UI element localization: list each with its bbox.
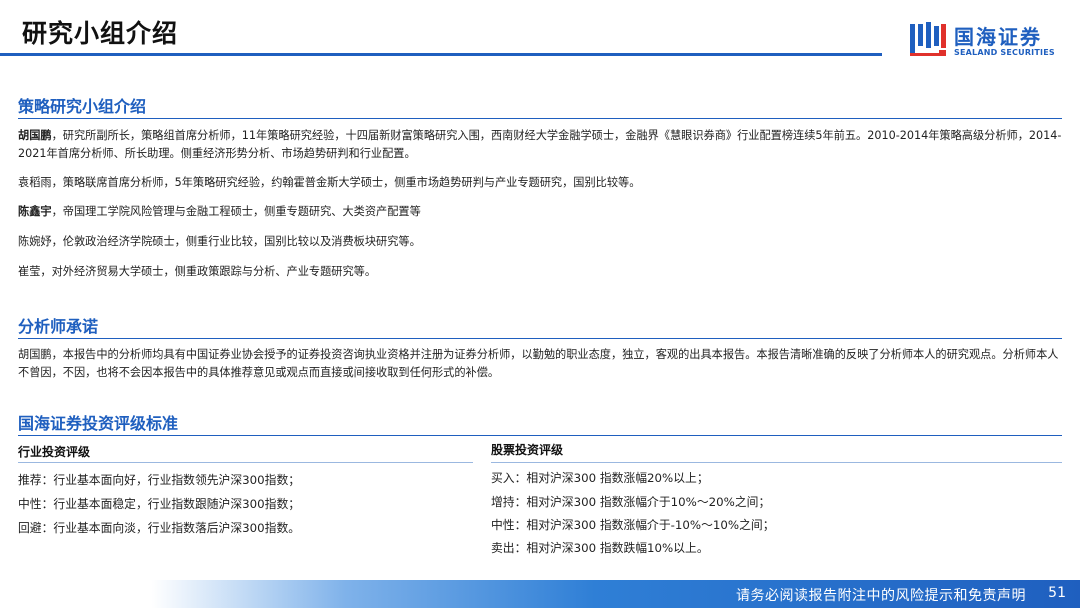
- page-title: 研究小组介绍: [22, 19, 179, 48]
- team-heading-rule: [18, 118, 1062, 119]
- member-text: 陈婉妤，伦敦政治经济学院硕士，侧重行业比较，国别比较以及消费板块研究等。: [18, 235, 421, 248]
- member-bio: 胡国鹏，研究所副所长，策略组首席分析师，11年策略研究经验，十四届新财富策略研究…: [18, 127, 1066, 163]
- member-bio: 崔莹，对外经济贸易大学硕士，侧重政策跟踪与分析、产业专题研究等。: [18, 263, 1066, 281]
- member-text: 崔莹，对外经济贸易大学硕士，侧重政策跟踪与分析、产业专题研究等。: [18, 265, 377, 278]
- member-bio: 陈婉妤，伦敦政治经济学院硕士，侧重行业比较，国别比较以及消费板块研究等。: [18, 233, 1066, 251]
- sealand-logo: 国海证券 SEALAND SECURITIES: [908, 20, 1068, 62]
- member-text: ，帝国理工学院风险管理与金融工程硕士，侧重专题研究、大类资产配置等: [51, 205, 421, 218]
- stock-rating-item: 中性：相对沪深300 指数涨幅介于-10%～10%之间；: [491, 518, 775, 532]
- member-text: 袁稻雨，策略联席首席分析师，5年策略研究经验，约翰霍普金斯大学硕士，侧重市场趋势…: [18, 176, 641, 189]
- commitment-heading-rule: [18, 338, 1062, 339]
- logo-text-cn: 国海证券: [954, 25, 1042, 49]
- member-bio: 陈鑫宇，帝国理工学院风险管理与金融工程硕士，侧重专题研究、大类资产配置等: [18, 203, 1066, 221]
- ratings-heading-rule: [18, 435, 1062, 436]
- industry-rating-item: 回避：行业基本面向淡，行业指数落后沪深300指数。: [18, 521, 301, 535]
- footer-bar: 请务必阅读报告附注中的风险提示和免责声明 51: [0, 580, 1080, 608]
- stock-rating-item: 卖出：相对沪深300 指数跌幅10%以上。: [491, 541, 709, 555]
- page-number: 51: [1048, 585, 1066, 601]
- stock-rating-item: 买入：相对沪深300 指数涨幅20%以上；: [491, 471, 709, 485]
- team-heading: 策略研究小组介绍: [18, 97, 147, 116]
- commitment-heading: 分析师承诺: [18, 317, 99, 336]
- commitment-text: 胡国鹏，本报告中的分析师均具有中国证券业协会授予的证券投资咨询执业资格并注册为证…: [18, 348, 1059, 379]
- sealand-logo-icon: [910, 22, 946, 56]
- industry-rating-item: 推荐：行业基本面向好，行业指数领先沪深300指数；: [18, 473, 301, 487]
- stock-rating-title: 股票投资评级: [491, 443, 564, 457]
- stock-rating-item: 增持：相对沪深300 指数涨幅介于10%～20%之间；: [491, 495, 771, 509]
- title-underline: [0, 53, 882, 56]
- ratings-heading: 国海证券投资评级标准: [18, 414, 179, 433]
- member-name: 陈鑫宇: [18, 205, 52, 218]
- industry-rating-item: 中性：行业基本面稳定，行业指数跟随沪深300指数；: [18, 497, 301, 511]
- industry-rating-title: 行业投资评级: [18, 445, 91, 459]
- member-bio: 袁稻雨，策略联席首席分析师，5年策略研究经验，约翰霍普金斯大学硕士，侧重市场趋势…: [18, 174, 1066, 192]
- footer-disclaimer: 请务必阅读报告附注中的风险提示和免责声明: [736, 588, 1026, 604]
- logo-text-en: SEALAND SECURITIES: [954, 48, 1055, 57]
- member-text: ，研究所副所长，策略组首席分析师，11年策略研究经验，十四届新财富策略研究入围，…: [18, 129, 1062, 160]
- member-name: 胡国鹏: [18, 129, 52, 142]
- stock-rating-rule: [491, 462, 1062, 463]
- industry-rating-rule: [18, 462, 473, 463]
